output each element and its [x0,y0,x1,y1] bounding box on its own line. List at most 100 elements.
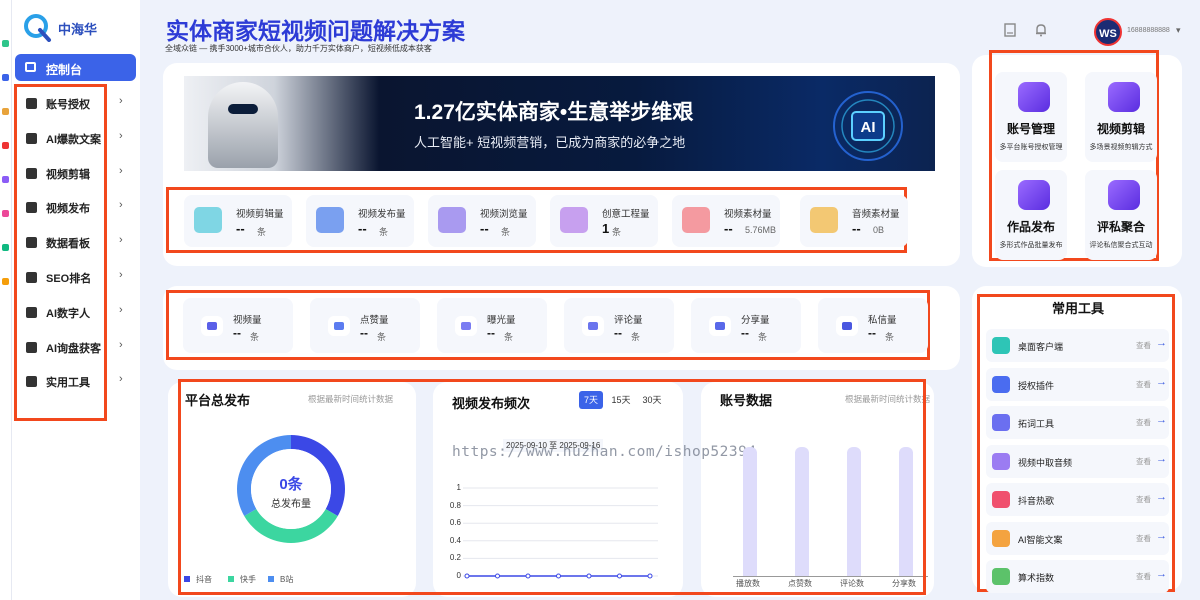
y-tick-label: 0 [456,571,461,580]
engagement-stat[interactable]: 分享量 -- 条 [691,298,801,353]
legend-item: 抖音 [184,574,212,585]
sidebar-item-0[interactable]: 账号授权 › [15,88,136,118]
quick-action-2[interactable]: 作品发布 多形式作品批量发布 [995,170,1067,260]
tool-item[interactable]: 抖音热歌 查看 → [986,483,1169,516]
arrow-right-icon[interactable]: → [1156,491,1167,503]
engagement-stat[interactable]: 私信量 -- 条 [818,298,928,353]
legend-item: B站 [268,574,293,585]
sidebar-item-1[interactable]: AI爆款文案 › [15,123,136,153]
tool-label: 抖音热歌 [1018,496,1055,506]
stat-icon [810,207,838,233]
engagement-unit: 条 [250,332,260,342]
tool-item[interactable]: 授权插件 查看 → [986,367,1169,401]
engagement-label: 点赞量 [360,315,389,326]
brand-logo[interactable] [22,12,52,42]
sidebar-item-5[interactable]: SEO排名 › [15,262,136,292]
donut-center-label: 总发布量 [271,499,311,510]
book-icon[interactable] [1003,23,1017,37]
bar-category-label: 分享数 [892,579,916,588]
bar-category-label: 评论数 [840,579,864,588]
arrow-right-icon[interactable]: → [1156,337,1167,349]
arrow-right-icon[interactable]: → [1156,568,1167,580]
sidebar-item-6[interactable]: AI数字人 › [15,297,136,327]
engagement-stat[interactable]: 曝光量 -- 条 [437,298,547,353]
promo-banner[interactable]: 1.27亿实体商家•生意举步维艰 人工智能+ 短视频营销，已成为商家的必争之地 … [184,76,935,171]
ai-chip-graphic: AI [822,88,914,164]
video-publish-icon [26,202,37,214]
tool-view-link[interactable]: 查看 [1136,379,1151,390]
arrow-right-icon[interactable]: → [1156,530,1167,542]
engagement-icon [328,316,350,336]
tool-label: 视频中取音频 [1018,457,1073,468]
tool-view-link[interactable]: 查看 [1136,571,1151,582]
engagement-label: 分享量 [741,315,770,326]
tool-item[interactable]: 桌面客户端 查看 → [986,329,1169,362]
legend-label: B站 [280,575,294,584]
stat-value: -- [236,221,245,236]
tool-view-link[interactable]: 查看 [1136,456,1151,467]
tab-range-2[interactable]: 30天 [639,391,665,409]
engagement-value: -- [741,326,749,340]
arrow-right-icon[interactable]: → [1156,376,1167,388]
sidebar-item-dashboard[interactable]: 控制台 [15,54,136,81]
quick-action-1[interactable]: 视频剪辑 多场景视频剪辑方式 [1085,72,1157,162]
sidebar-item-2[interactable]: 视频剪辑 › [15,158,136,188]
strip-dot [2,244,9,251]
tab-range-1[interactable]: 15天 [608,391,634,409]
tool-label: 授权插件 [1018,380,1055,391]
stat-card[interactable]: 视频浏览量 -- 条 [428,195,536,247]
y-tick-label: 0.8 [449,500,461,510]
user-avatar[interactable]: WS [1094,18,1122,46]
person-icon [26,306,37,318]
stat-card[interactable]: 音频素材量 -- 0B [800,195,908,247]
engagement-stat[interactable]: 视频量 -- 条 [183,298,293,353]
chevron-down-icon[interactable]: ▾ [1176,25,1181,36]
chevron-right-icon: › [119,129,123,142]
tool-label: 桌面客户端 [1018,342,1064,352]
tool-view-link[interactable]: 查看 [1136,533,1151,544]
frequency-line-chart [463,487,658,579]
stat-card[interactable]: 创意工程量 1 条 [550,195,658,247]
sidebar-item-3[interactable]: 视频发布 › [15,192,136,222]
monitor-icon [25,62,36,72]
engagement-stat[interactable]: 评论量 -- 条 [564,298,674,353]
bar-category-label: 点赞数 [788,579,812,588]
tool-item[interactable]: AI智能文案 查看 → [986,521,1169,555]
data-point [525,573,531,579]
chevron-right-icon: › [119,234,123,247]
stat-card[interactable]: 视频发布量 -- 条 [306,195,414,247]
quick-action-desc: 多形式作品批量发布 [999,242,1063,249]
arrow-right-icon[interactable]: → [1156,453,1167,465]
page-subtitle: 全域众链 — 携手3000+城市合伙人，助力千万实体商户，短视频低成本获客 [165,44,432,53]
quick-action-0[interactable]: 账号管理 多平台账号授权管理 [995,72,1067,162]
tool-icon [992,414,1010,431]
engagement-unit: 条 [377,332,387,342]
sidebar-item-8[interactable]: 实用工具 › [15,366,136,396]
quick-action-3[interactable]: 评私聚合 评论私信聚合式互动 [1085,170,1157,260]
donut-center-value: 0条 [279,476,303,493]
stat-icon [316,207,344,233]
bar-chart-axis [733,576,928,577]
user-phone[interactable]: 16888888888 [1127,27,1170,34]
data-point [647,573,653,579]
quick-action-icon [1018,180,1050,210]
stat-label: 视频浏览量 [480,209,528,220]
sidebar-item-label: 账号授权 [46,99,90,111]
tool-view-link[interactable]: 查看 [1136,494,1151,505]
sidebar-item-4[interactable]: 数据看板 › [15,227,136,257]
tool-item[interactable]: 算术指数 查看 → [986,560,1169,593]
tool-view-link[interactable]: 查看 [1136,340,1151,351]
tool-view-link[interactable]: 查看 [1136,417,1151,428]
tool-item[interactable]: 视频中取音频 查看 → [986,444,1169,478]
sidebar-item-7[interactable]: AI询盘获客 › [15,332,136,362]
engagement-stat[interactable]: 点赞量 -- 条 [310,298,420,353]
sidebar-item-label: 数据看板 [46,238,90,251]
tab-range-0[interactable]: 7天 [579,391,603,409]
tool-item[interactable]: 拓词工具 查看 → [986,406,1169,439]
bell-icon[interactable] [1034,23,1048,37]
strip-dot [2,74,9,81]
stat-card[interactable]: 视频剪辑量 -- 条 [184,195,292,247]
arrow-right-icon[interactable]: → [1156,414,1167,426]
stat-card[interactable]: 视频素材量 -- 5.76MB [672,195,780,247]
stat-label: 视频剪辑量 [236,209,284,220]
